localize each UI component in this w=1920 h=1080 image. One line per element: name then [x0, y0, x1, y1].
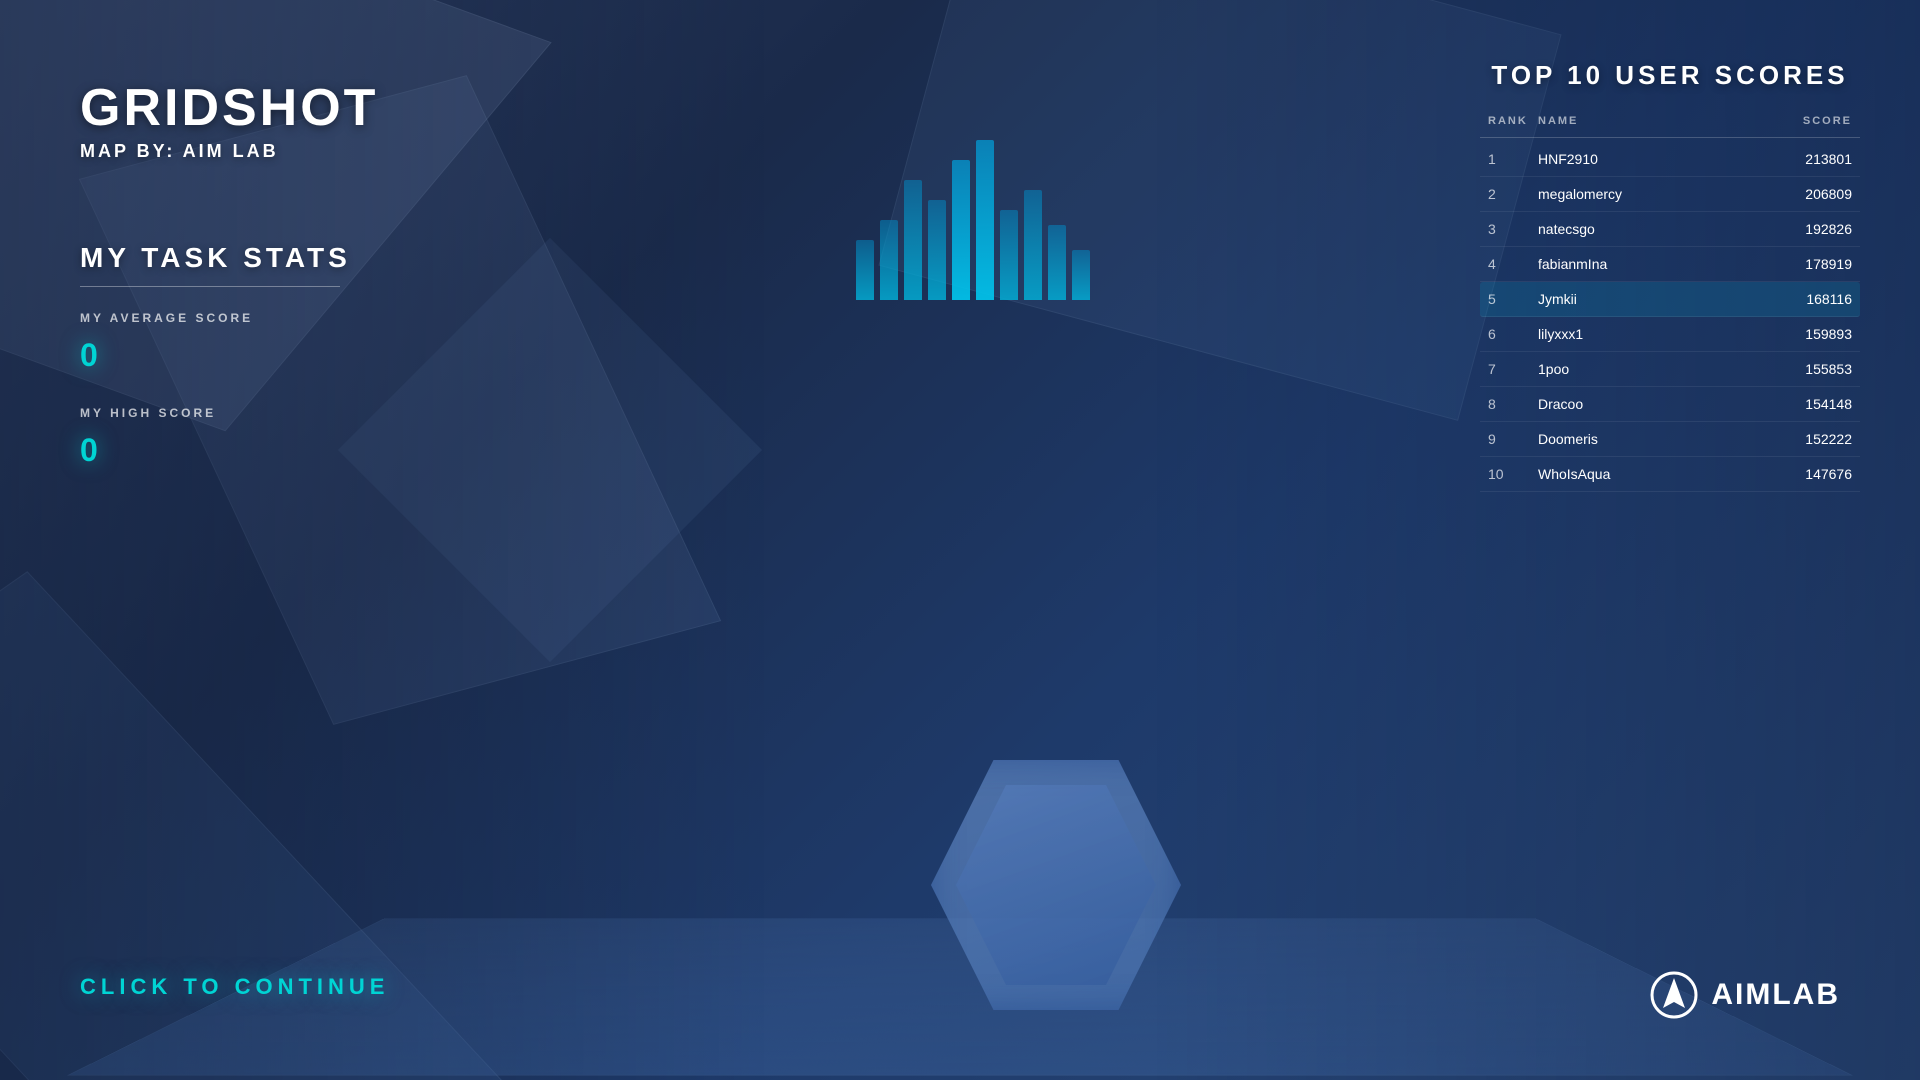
player-score-7: 155853 — [1762, 361, 1852, 377]
rank-4: 4 — [1488, 256, 1538, 272]
player-score-4: 178919 — [1762, 256, 1852, 272]
player-score-3: 192826 — [1762, 221, 1852, 237]
bar-5 — [976, 140, 994, 300]
leaderboard-row-3: 3natecsgo192826 — [1480, 212, 1860, 247]
stats-section: MY TASK STATS MY AVERAGE SCORE 0 MY HIGH… — [80, 242, 420, 469]
player-name-9: Doomeris — [1538, 431, 1762, 447]
col-score-header: SCORE — [1762, 115, 1852, 127]
bar-6 — [1000, 210, 1018, 300]
bar-8 — [1048, 225, 1066, 300]
player-name-10: WhoIsAqua — [1538, 466, 1762, 482]
rank-5: 5 — [1488, 291, 1538, 307]
leaderboard-row-4: 4fabianmIna178919 — [1480, 247, 1860, 282]
leaderboard-row-10: 10WhoIsAqua147676 — [1480, 457, 1860, 492]
click-to-continue-button[interactable]: CLICK TO CONTINUE — [80, 974, 389, 1000]
game-title: GRIDSHOT — [80, 80, 420, 137]
rank-9: 9 — [1488, 431, 1538, 447]
bar-chart — [856, 100, 1090, 300]
leaderboard-row-1: 1HNF2910213801 — [1480, 142, 1860, 177]
col-rank-header: RANK — [1488, 115, 1538, 127]
player-score-6: 159893 — [1762, 326, 1852, 342]
leaderboard-row-7: 71poo155853 — [1480, 352, 1860, 387]
player-score-5: 168116 — [1762, 291, 1852, 307]
bar-1 — [880, 220, 898, 300]
rank-6: 6 — [1488, 326, 1538, 342]
rank-3: 3 — [1488, 221, 1538, 237]
player-score-10: 147676 — [1762, 466, 1852, 482]
player-name-3: natecsgo — [1538, 221, 1762, 237]
leaderboard-row-6: 6lilyxxx1159893 — [1480, 317, 1860, 352]
high-score-label: MY HIGH SCORE — [80, 406, 420, 420]
player-name-4: fabianmIna — [1538, 256, 1762, 272]
stats-title: MY TASK STATS — [80, 242, 420, 274]
avg-score-label: MY AVERAGE SCORE — [80, 311, 420, 325]
leaderboard-row-2: 2megalomercy206809 — [1480, 177, 1860, 212]
rank-10: 10 — [1488, 466, 1538, 482]
player-score-8: 154148 — [1762, 396, 1852, 412]
leaderboard-row-8: 8Dracoo154148 — [1480, 387, 1860, 422]
bar-4 — [952, 160, 970, 300]
left-panel: GRIDSHOT MAP BY: AIM LAB MY TASK STATS M… — [0, 0, 500, 1080]
center-hexagon — [931, 760, 1181, 1010]
bar-7 — [1024, 190, 1042, 300]
aimlab-logo-icon — [1649, 970, 1699, 1020]
leaderboard-header: RANK NAME SCORE — [1480, 115, 1860, 138]
player-name-8: Dracoo — [1538, 396, 1762, 412]
bar-0 — [856, 240, 874, 300]
player-name-2: megalomercy — [1538, 186, 1762, 202]
player-name-5: Jymkii — [1538, 291, 1762, 307]
aimlab-logo-text: AIMLAB — [1711, 978, 1840, 1012]
player-name-6: lilyxxx1 — [1538, 326, 1762, 342]
rank-2: 2 — [1488, 186, 1538, 202]
player-name-7: 1poo — [1538, 361, 1762, 377]
player-score-2: 206809 — [1762, 186, 1852, 202]
bar-9 — [1072, 250, 1090, 300]
leaderboard-rows: 1HNF29102138012megalomercy2068093natecsg… — [1480, 142, 1860, 492]
aimlab-logo: AIMLAB — [1649, 970, 1840, 1020]
high-score-value: 0 — [80, 432, 420, 469]
bar-2 — [904, 180, 922, 300]
col-name-header: NAME — [1538, 115, 1762, 127]
rank-7: 7 — [1488, 361, 1538, 377]
avg-score-value: 0 — [80, 337, 420, 374]
player-score-9: 152222 — [1762, 431, 1852, 447]
leaderboard-row-9: 9Doomeris152222 — [1480, 422, 1860, 457]
hex-outer — [931, 760, 1181, 1010]
hex-inner — [956, 785, 1156, 985]
leaderboard-row-5: 5Jymkii168116 — [1480, 282, 1860, 317]
leaderboard-title: TOP 10 USER SCORES — [1480, 60, 1860, 91]
player-score-1: 213801 — [1762, 151, 1852, 167]
player-name-1: HNF2910 — [1538, 151, 1762, 167]
leaderboard-panel: TOP 10 USER SCORES RANK NAME SCORE 1HNF2… — [1480, 60, 1860, 492]
bar-3 — [928, 200, 946, 300]
rank-8: 8 — [1488, 396, 1538, 412]
map-by: MAP BY: AIM LAB — [80, 141, 420, 162]
stats-divider — [80, 286, 340, 287]
rank-1: 1 — [1488, 151, 1538, 167]
